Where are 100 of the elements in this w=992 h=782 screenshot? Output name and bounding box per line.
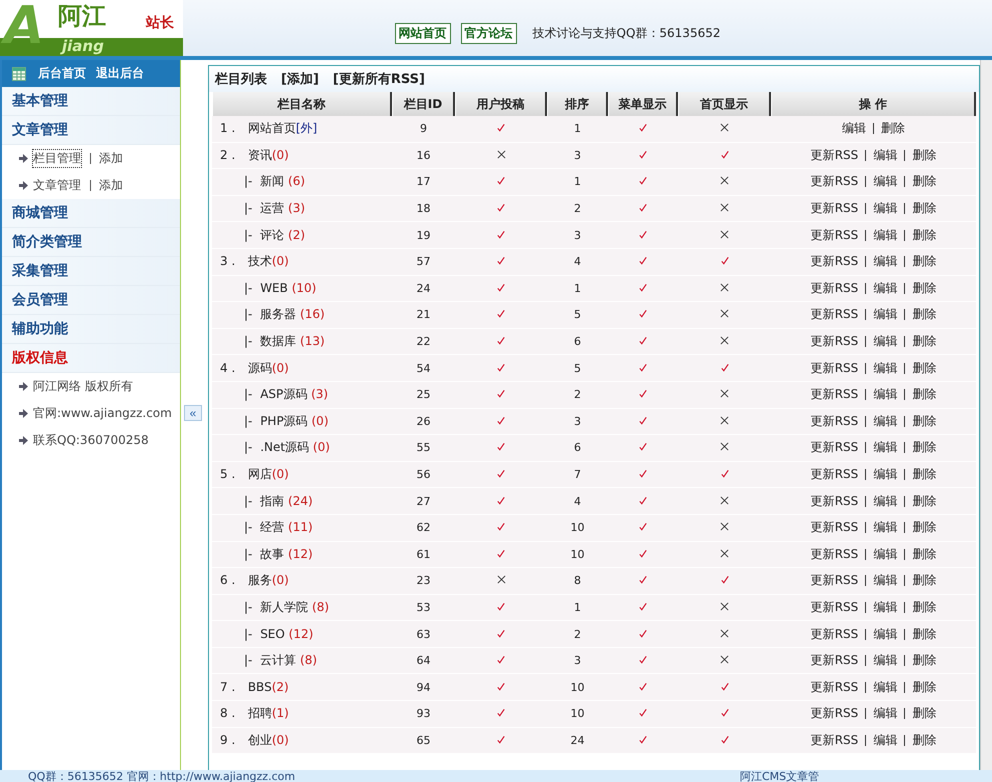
action-link[interactable]: 更新RSS <box>804 253 866 270</box>
action-link[interactable]: 删除 <box>904 389 944 400</box>
action-link[interactable]: 编辑 <box>865 309 904 320</box>
action-link[interactable]: 删除 <box>904 442 944 454</box>
column-header: 首页显示 <box>678 92 771 116</box>
action-link[interactable]: 编辑 <box>865 628 904 640</box>
menu-group[interactable]: 版权信息 <box>2 344 180 373</box>
menu-group[interactable]: 辅助功能 <box>2 315 180 344</box>
action-link[interactable]: 更新RSS <box>804 280 866 297</box>
action-link[interactable]: 编辑 <box>865 682 904 693</box>
action-link[interactable]: 编辑 <box>865 522 904 534</box>
top-link[interactable]: 后台首页 <box>38 65 86 82</box>
action-link[interactable]: 删除 <box>904 203 944 214</box>
action-link[interactable]: 编辑 <box>865 282 904 294</box>
action-link[interactable]: 更新RSS <box>804 466 866 484</box>
collapse-button[interactable]: « <box>184 405 202 421</box>
action-link[interactable]: 更新RSS <box>804 360 866 377</box>
action-link[interactable]: 删除 <box>904 362 944 374</box>
menu-group[interactable]: 会员管理 <box>2 286 180 315</box>
action-link[interactable]: 删除 <box>904 336 944 348</box>
action-link[interactable]: 更新RSS <box>804 226 866 244</box>
action-link[interactable]: 删除 <box>904 548 944 560</box>
action-link[interactable]: 编辑 <box>865 602 904 613</box>
action-link[interactable]: 更新RSS <box>804 333 866 350</box>
table-cell: 17 <box>392 169 455 196</box>
action-link[interactable]: 编辑 <box>865 548 904 560</box>
action-link[interactable]: 更新RSS <box>804 705 866 722</box>
action-link[interactable]: 删除 <box>904 150 944 161</box>
action-link[interactable]: 更新RSS <box>804 492 866 510</box>
menu-link[interactable]: 添加 <box>90 180 123 191</box>
action-link[interactable]: 删除 <box>904 496 944 507</box>
menu-group[interactable]: 商城管理 <box>2 199 180 228</box>
action-link[interactable]: 更新RSS <box>804 732 866 749</box>
action-link[interactable]: 更新RSS <box>804 626 866 643</box>
action-link[interactable]: 删除 <box>904 309 944 320</box>
header-link[interactable]: 网站首页 <box>394 22 451 44</box>
menu-group[interactable]: 简介类管理 <box>2 228 180 257</box>
menu-link[interactable]: 文章管理 <box>33 177 81 194</box>
action-link[interactable]: 编辑 <box>835 120 873 138</box>
action-link[interactable]: 编辑 <box>865 176 904 188</box>
action-link[interactable]: 编辑 <box>865 496 904 507</box>
panel-action-link[interactable]: [更新所有RSS] <box>332 70 425 88</box>
action-link[interactable]: 更新RSS <box>804 546 866 563</box>
action-link[interactable]: 删除 <box>904 708 944 720</box>
external-tag-link[interactable]: [外] <box>296 121 318 136</box>
action-link[interactable]: 删除 <box>904 230 944 241</box>
action-link[interactable]: 编辑 <box>865 203 904 214</box>
action-link[interactable]: 删除 <box>873 123 912 134</box>
action-link[interactable]: 编辑 <box>865 442 904 454</box>
action-link[interactable]: 删除 <box>904 176 944 188</box>
top-link[interactable]: 退出后台 <box>96 65 144 82</box>
action-link[interactable]: 更新RSS <box>804 439 866 456</box>
menu-group[interactable]: 文章管理 <box>2 116 180 145</box>
action-link[interactable]: 编辑 <box>865 734 904 746</box>
action-link[interactable]: 编辑 <box>865 230 904 241</box>
action-link[interactable]: 删除 <box>904 734 944 746</box>
action-link[interactable]: 删除 <box>904 602 944 613</box>
action-link[interactable]: 删除 <box>904 469 944 480</box>
action-link[interactable]: 删除 <box>904 256 944 268</box>
action-link[interactable]: 编辑 <box>865 256 904 268</box>
action-link[interactable]: 编辑 <box>865 655 904 666</box>
action-link[interactable]: 删除 <box>904 655 944 666</box>
menu-link[interactable]: 栏目管理 <box>33 150 81 167</box>
action-link[interactable]: 编辑 <box>865 336 904 348</box>
table-cell: 4 <box>547 488 608 515</box>
action-link[interactable]: 更新RSS <box>804 598 866 616</box>
table-cell: 10 <box>547 542 608 568</box>
action-link[interactable]: 更新RSS <box>804 386 866 404</box>
action-link[interactable]: 编辑 <box>865 575 904 586</box>
action-link[interactable]: 更新RSS <box>804 678 866 696</box>
action-link[interactable]: 删除 <box>904 575 944 586</box>
action-link[interactable]: 删除 <box>904 282 944 294</box>
action-link[interactable]: 编辑 <box>865 469 904 480</box>
action-link[interactable]: 更新RSS <box>804 412 866 430</box>
header-link[interactable]: 官方论坛 <box>460 22 517 44</box>
action-link[interactable]: 更新RSS <box>804 306 866 324</box>
action-link[interactable]: 更新RSS <box>804 572 866 590</box>
panel-action-link[interactable]: [添加] <box>281 70 319 88</box>
action-link[interactable]: 更新RSS <box>804 652 866 670</box>
column-header: 用户投稿 <box>455 92 547 116</box>
action-link[interactable]: 编辑 <box>865 708 904 720</box>
table-cell: 8 . 招聘(1) <box>212 701 392 728</box>
action-link[interactable]: 编辑 <box>865 362 904 374</box>
table-cell: |- 故事 (12) <box>212 542 392 568</box>
arrow-icon <box>19 409 28 418</box>
action-link[interactable]: 删除 <box>904 628 944 640</box>
action-link[interactable]: 更新RSS <box>804 200 866 218</box>
action-link[interactable]: 删除 <box>904 682 944 693</box>
action-link[interactable]: 编辑 <box>865 416 904 427</box>
action-link[interactable]: 更新RSS <box>804 519 866 536</box>
action-link[interactable]: 更新RSS <box>804 173 866 190</box>
menu-group[interactable]: 采集管理 <box>2 257 180 286</box>
menu-link[interactable]: 添加 <box>90 153 123 164</box>
menu-group[interactable]: 基本管理 <box>2 87 180 116</box>
column-header: 菜单显示 <box>608 92 678 116</box>
action-link[interactable]: 删除 <box>904 416 944 427</box>
action-link[interactable]: 更新RSS <box>804 146 866 164</box>
action-link[interactable]: 编辑 <box>865 150 904 161</box>
action-link[interactable]: 编辑 <box>865 389 904 400</box>
action-link[interactable]: 删除 <box>904 522 944 534</box>
